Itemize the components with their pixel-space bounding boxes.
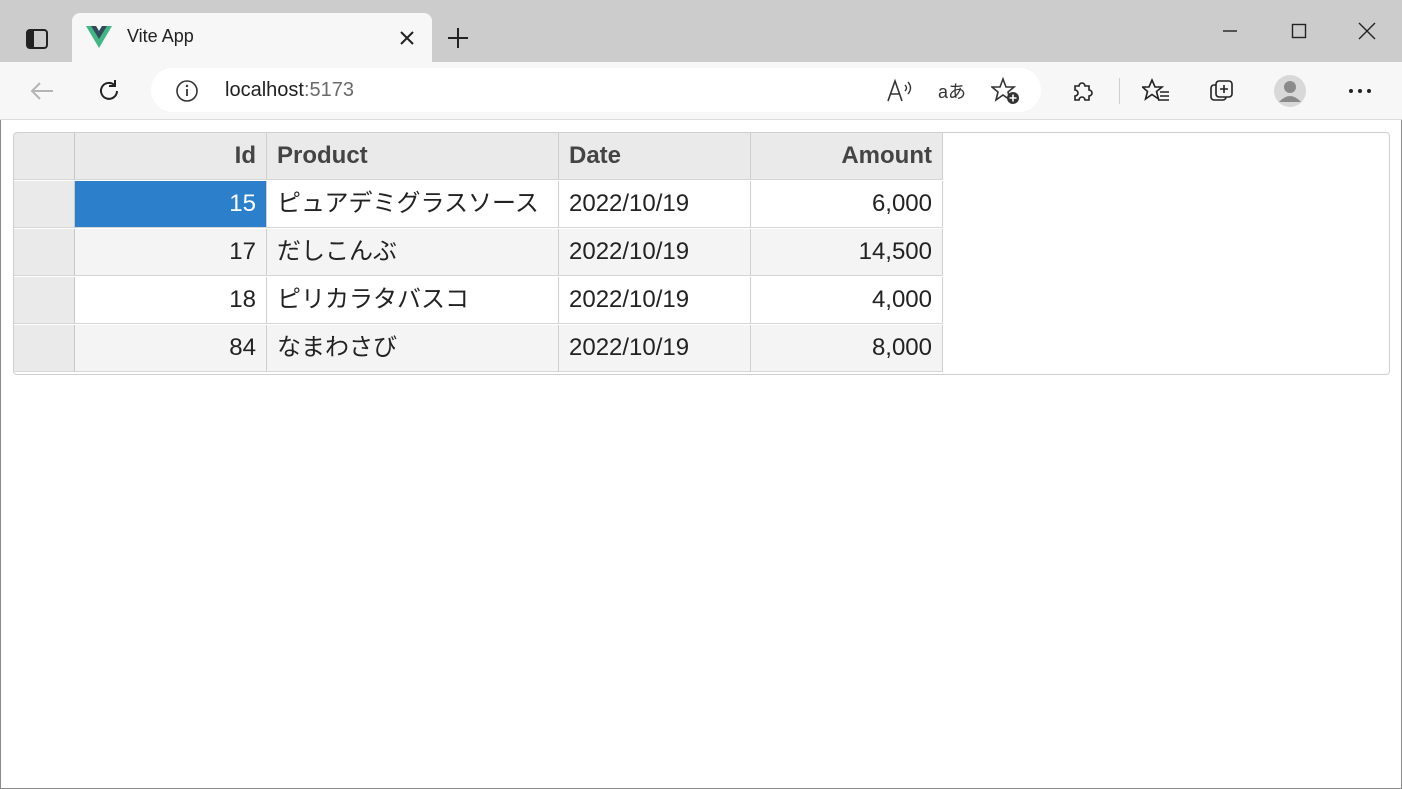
date-cell[interactable]: 2022/10/19	[559, 325, 751, 372]
refresh-button[interactable]	[89, 71, 129, 111]
address-bar[interactable]: localhost:5173 aあ	[151, 68, 1041, 112]
product-cell[interactable]: ピュアデミグラスソース	[267, 181, 559, 228]
browser-toolbar: localhost:5173 aあ	[0, 62, 1402, 120]
grid-top-left-cell[interactable]	[14, 133, 75, 180]
vue-logo-icon	[86, 25, 112, 49]
product-cell[interactable]: だしこんぶ	[267, 229, 559, 276]
id-cell[interactable]: 84	[75, 325, 267, 372]
row-header[interactable]	[14, 277, 75, 324]
more-icon[interactable]	[1340, 71, 1380, 111]
amount-cell[interactable]: 6,000	[751, 181, 943, 228]
product-cell[interactable]: ピリカラタバスコ	[267, 277, 559, 324]
browser-tab[interactable]: Vite App	[72, 13, 432, 62]
collections-icon[interactable]	[1202, 71, 1242, 111]
tab-strip: Vite App	[0, 0, 1402, 62]
column-header-product[interactable]: Product	[267, 133, 559, 180]
star-plus-icon[interactable]	[989, 74, 1023, 108]
close-icon[interactable]	[394, 25, 420, 51]
read-aloud-icon[interactable]	[883, 74, 917, 108]
grid-header-row: Id Product Date Amount	[14, 133, 943, 181]
tab-title: Vite App	[127, 26, 194, 46]
data-grid[interactable]: Id Product Date Amount 15 ピュアデミグラスソース 20…	[13, 132, 1390, 375]
url-host: localhost	[225, 79, 304, 101]
back-button[interactable]	[22, 71, 62, 111]
date-cell[interactable]: 2022/10/19	[559, 277, 751, 324]
column-header-id[interactable]: Id	[75, 133, 267, 180]
column-header-amount[interactable]: Amount	[751, 133, 943, 180]
window-close-button[interactable]	[1347, 14, 1387, 48]
amount-cell[interactable]: 4,000	[751, 277, 943, 324]
minimize-button[interactable]	[1210, 14, 1250, 48]
avatar-icon[interactable]	[1270, 71, 1310, 111]
toolbar-separator	[1119, 78, 1120, 104]
date-cell[interactable]: 2022/10/19	[559, 229, 751, 276]
url-port: :5173	[303, 79, 354, 101]
row-header[interactable]	[14, 229, 75, 276]
favorites-icon[interactable]	[1136, 71, 1176, 111]
url-text[interactable]: localhost:5173	[225, 79, 354, 102]
table-row[interactable]: 84 なまわさび 2022/10/19 8,000	[14, 325, 943, 373]
amount-cell[interactable]: 14,500	[751, 229, 943, 276]
id-cell[interactable]: 17	[75, 229, 267, 276]
puzzle-icon[interactable]	[1063, 71, 1103, 111]
maximize-button[interactable]	[1279, 14, 1319, 48]
info-icon[interactable]	[173, 77, 201, 105]
row-header[interactable]	[14, 325, 75, 372]
id-cell[interactable]: 18	[75, 277, 267, 324]
table-row[interactable]: 18 ピリカラタバスコ 2022/10/19 4,000	[14, 277, 943, 325]
translate-icon[interactable]: aあ	[935, 74, 969, 108]
date-cell[interactable]: 2022/10/19	[559, 181, 751, 228]
product-cell[interactable]: なまわさび	[267, 325, 559, 372]
table-row[interactable]: 17 だしこんぶ 2022/10/19 14,500	[14, 229, 943, 277]
tab-actions-icon[interactable]	[18, 22, 56, 56]
id-cell-selected[interactable]: 15	[75, 181, 267, 228]
translate-label: aあ	[937, 82, 966, 102]
new-tab-button[interactable]	[440, 22, 476, 54]
row-header[interactable]	[14, 181, 75, 228]
column-header-date[interactable]: Date	[559, 133, 751, 180]
amount-cell[interactable]: 8,000	[751, 325, 943, 372]
table-row[interactable]: 15 ピュアデミグラスソース 2022/10/19 6,000	[14, 181, 943, 229]
